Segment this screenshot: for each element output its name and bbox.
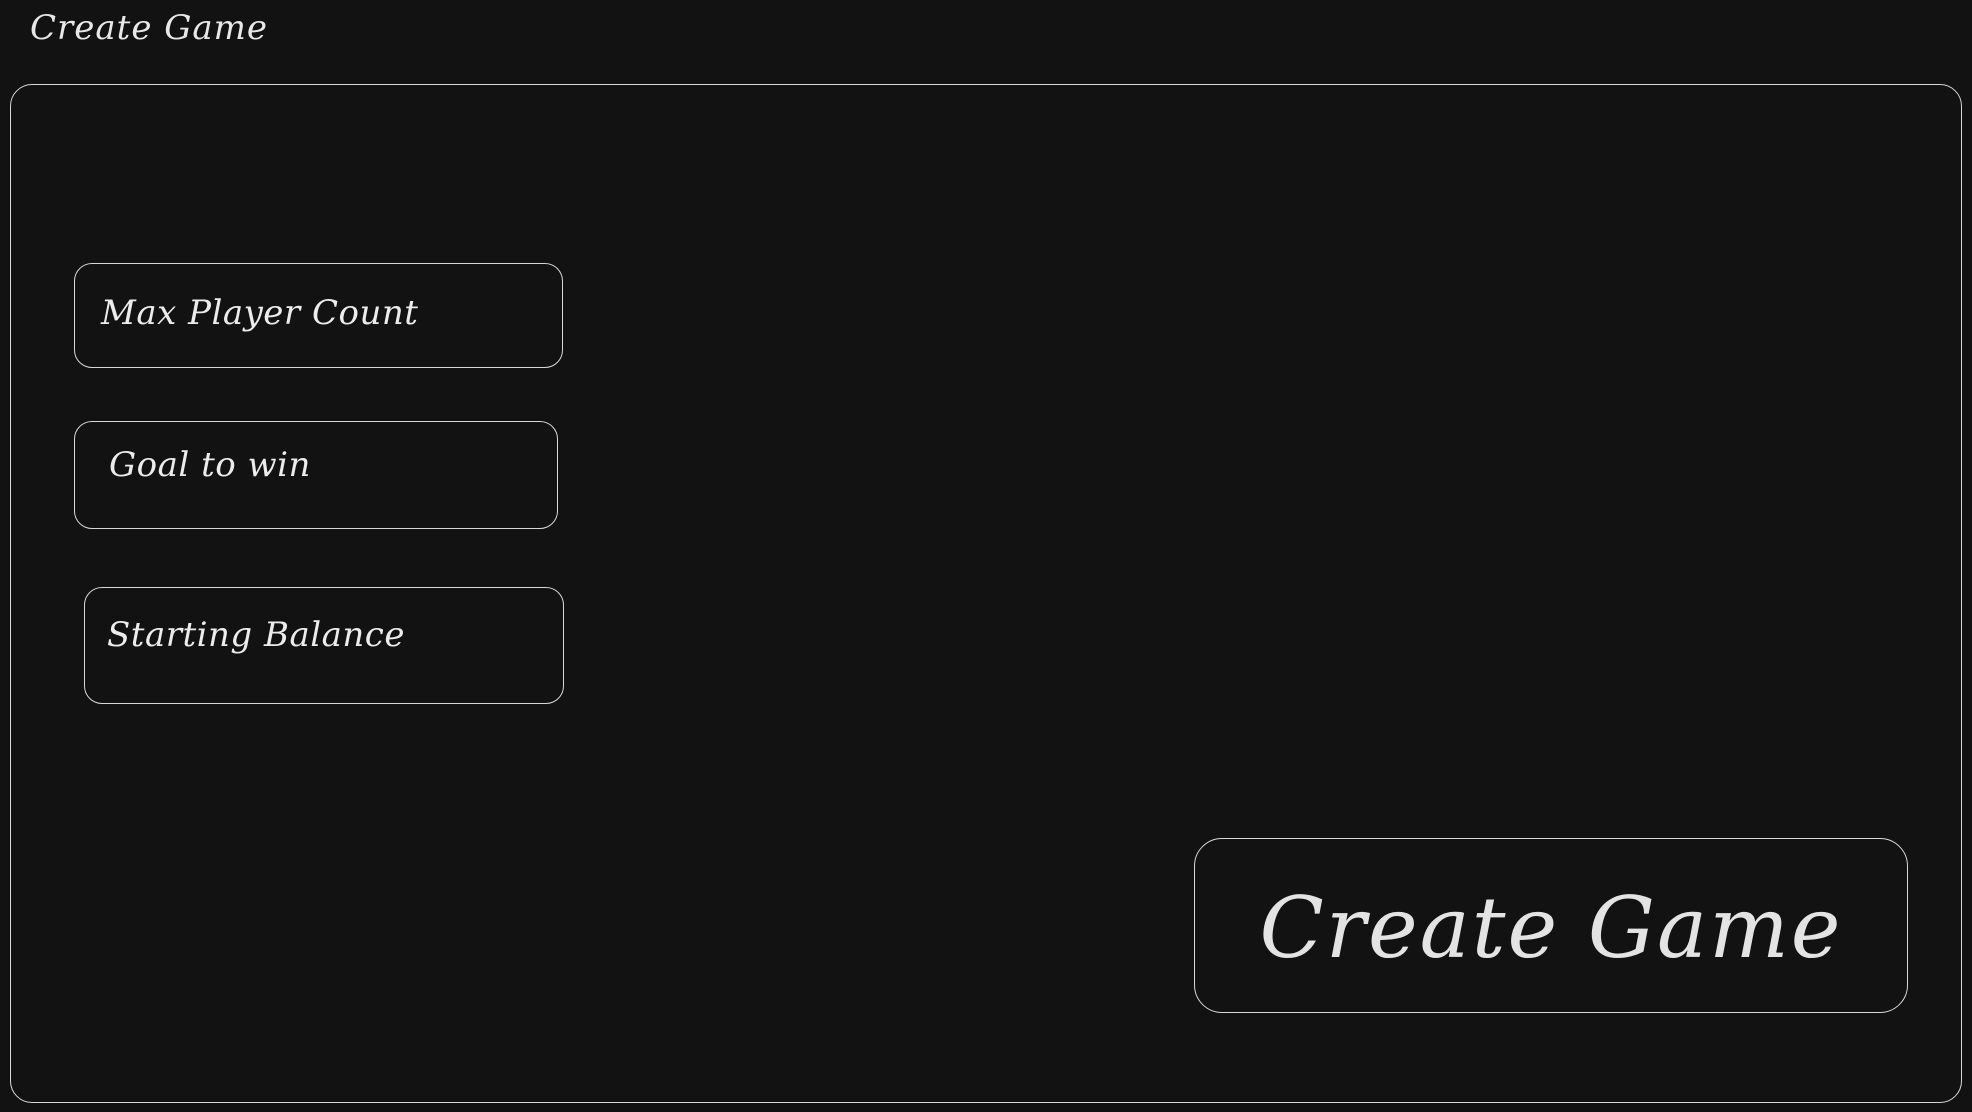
goal-to-win-field[interactable]: Goal to win bbox=[74, 421, 558, 529]
max-player-count-field[interactable]: Max Player Count bbox=[74, 263, 563, 368]
starting-balance-field[interactable]: Starting Balance bbox=[84, 587, 564, 704]
page-title: Create Game bbox=[30, 8, 269, 48]
starting-balance-label: Starting Balance bbox=[107, 614, 405, 655]
goal-to-win-label: Goal to win bbox=[109, 445, 311, 485]
create-game-button-label: Create Game bbox=[1259, 878, 1843, 977]
max-player-count-label: Max Player Count bbox=[101, 292, 419, 333]
create-game-button[interactable]: Create Game bbox=[1194, 838, 1908, 1013]
